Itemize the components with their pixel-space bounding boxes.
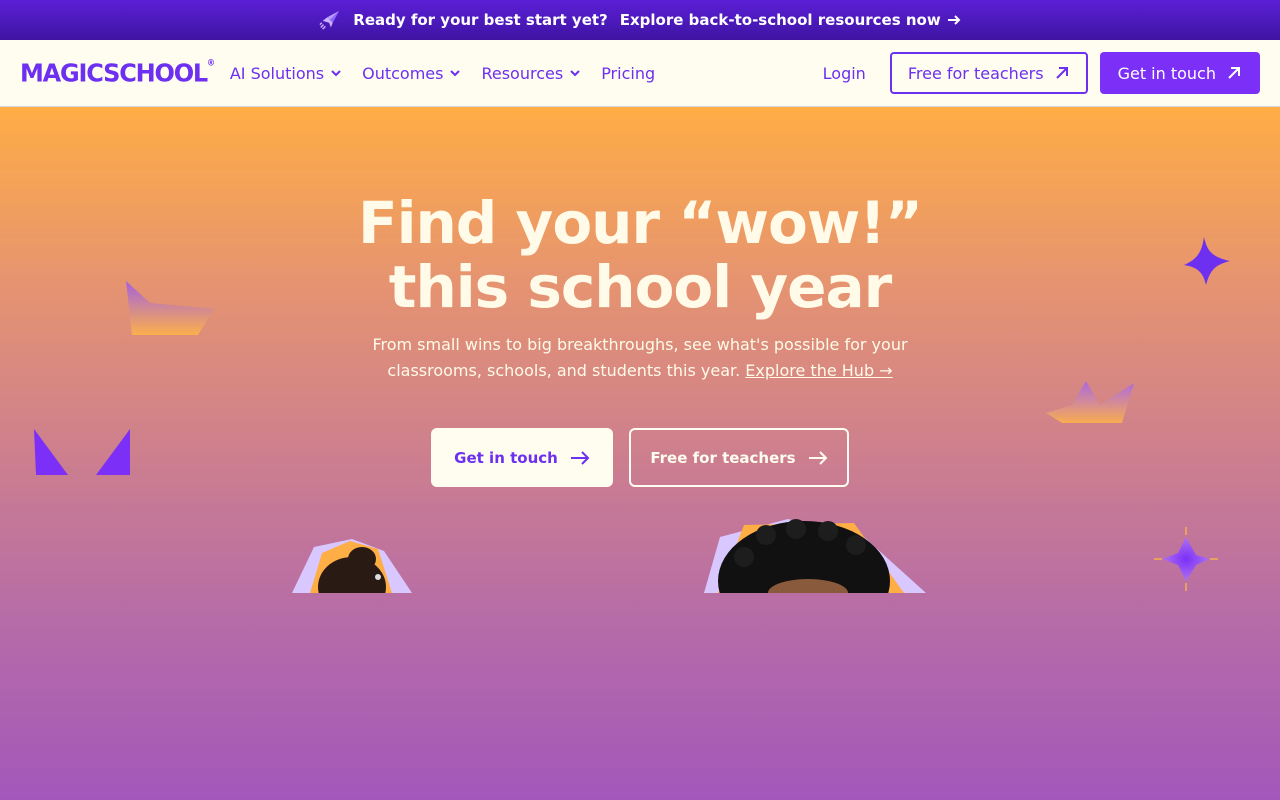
nav-item-label: Pricing <box>601 63 656 83</box>
hero-subtitle: From small wins to big breakthroughs, se… <box>340 332 940 384</box>
nav-item-label: Outcomes <box>362 63 444 83</box>
sparkle-star-icon <box>1154 527 1218 591</box>
nav-item-ai-solutions[interactable]: AI Solutions <box>230 64 342 83</box>
arrow-right-icon <box>808 450 828 465</box>
nav-item-label: Resources <box>481 63 564 83</box>
main-navbar: MAGICSCHOOL® AI Solutions Outcomes Resou… <box>0 40 1280 107</box>
chevron-down-icon <box>570 70 580 77</box>
arrow-right-icon <box>947 15 961 25</box>
arrow-right-icon <box>570 450 590 465</box>
free-for-teachers-button[interactable]: Free for teachers <box>889 52 1088 94</box>
triangles-decoration <box>34 429 130 475</box>
nav-item-pricing[interactable]: Pricing <box>601 64 655 83</box>
hero-get-in-touch-button[interactable]: Get in touch <box>431 428 613 487</box>
hero-free-for-teachers-button[interactable]: Free for teachers <box>629 428 849 487</box>
logo-text: MAGICSCHOOL <box>20 58 208 88</box>
get-in-touch-button[interactable]: Get in touch <box>1099 52 1260 94</box>
nav-item-resources[interactable]: Resources <box>481 64 581 83</box>
login-link[interactable]: Login <box>823 64 866 83</box>
explore-hub-link[interactable]: Explore the Hub → <box>745 361 892 380</box>
announcement-bar: Ready for your best start yet? Explore b… <box>0 0 1280 40</box>
announcement-text: Ready for your best start yet? <box>353 11 608 29</box>
hero-section: Find your “wow!” this school year From s… <box>0 107 1280 800</box>
crown-shape-decoration <box>1046 381 1134 423</box>
teacher-photo-image <box>704 519 926 593</box>
hero-headline-line-2: this school year <box>388 253 892 321</box>
arrow-up-right-icon <box>1055 67 1068 79</box>
hero-headline-line-1: Find your “wow!” <box>358 189 923 257</box>
rocket-icon <box>319 10 340 30</box>
teacher-photo <box>704 517 928 593</box>
nav-item-outcomes[interactable]: Outcomes <box>362 64 461 83</box>
button-label: Get in touch <box>454 448 558 467</box>
announcement-link-label: Explore back-to-school resources now <box>619 11 941 29</box>
logo-registered-mark: ® <box>207 58 215 68</box>
photo-fragment <box>650 587 658 593</box>
button-label: Get in touch <box>1117 63 1216 83</box>
nav-actions: Login Free for teachers Get in touch <box>823 52 1260 94</box>
chevron-down-icon <box>450 70 461 77</box>
hero-headline: Find your “wow!” this school year <box>0 191 1280 319</box>
nav-item-label: AI Solutions <box>229 63 325 83</box>
button-label: Free for teachers <box>907 63 1044 83</box>
student-photo <box>292 537 412 593</box>
announcement-link[interactable]: Explore back-to-school resources now <box>620 11 961 29</box>
magicschool-logo[interactable]: MAGICSCHOOL® <box>20 58 215 88</box>
student-photo-image <box>292 539 412 593</box>
chevron-down-icon <box>331 70 341 77</box>
button-label: Free for teachers <box>650 448 796 467</box>
arrow-up-right-icon <box>1228 67 1240 79</box>
